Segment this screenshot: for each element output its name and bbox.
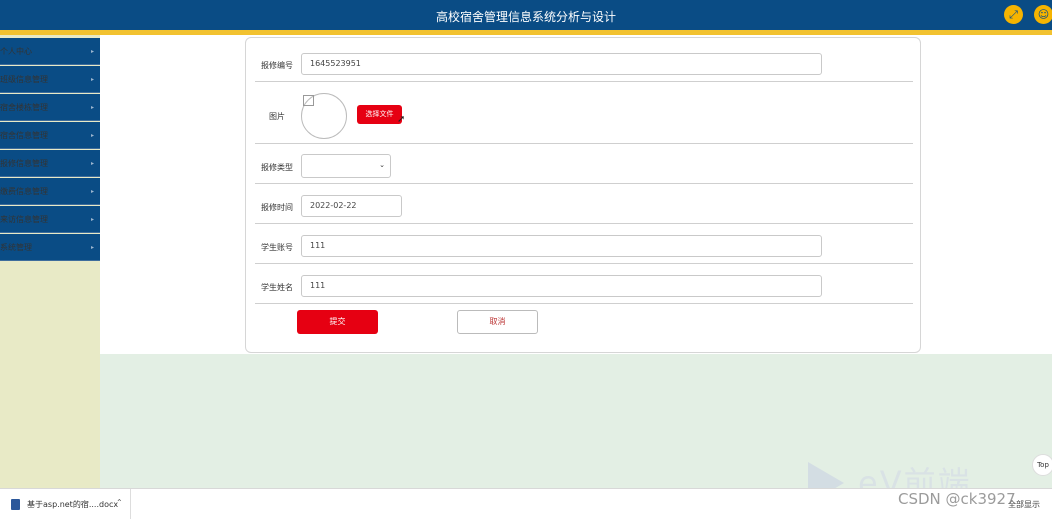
sidebar-item-payment-info[interactable]: 缴费信息管理 ▸ — [0, 178, 100, 205]
chevron-right-icon: ▸ — [90, 188, 94, 195]
row-divider — [255, 183, 913, 184]
chevron-right-icon: ▸ — [90, 216, 94, 223]
sidebar-item-dorm-building[interactable]: 宿舍楼栋管理 ▸ — [0, 94, 100, 121]
chevron-right-icon: ▸ — [90, 76, 94, 83]
repair-type-label: 报修类型 — [261, 163, 293, 172]
student-account-label: 学生账号 — [261, 243, 293, 252]
repair-type-select[interactable]: ⌄ — [301, 154, 391, 178]
broken-image-icon — [303, 95, 314, 106]
sidebar-item-label: 班级信息管理 — [0, 75, 48, 84]
row-divider — [255, 263, 913, 264]
download-item[interactable]: 基于asp.net的宿....docx ⌃ — [0, 489, 131, 519]
repair-no-field[interactable]: 1645523951 — [301, 53, 822, 75]
sidebar-item-label: 系统管理 — [0, 243, 32, 252]
student-name-field[interactable]: 111 — [301, 275, 822, 297]
fullscreen-icon[interactable]: ⤢ — [1004, 5, 1023, 24]
sidebar-item-repair-info[interactable]: 报修信息管理 ▸ — [0, 150, 100, 177]
chevron-down-icon: ⌄ — [379, 161, 385, 169]
sidebar-item-dorm-info[interactable]: 宿舍信息管理 ▸ — [0, 122, 100, 149]
sidebar-item-label: 宿舍信息管理 — [0, 131, 48, 140]
sidebar-item-label: 个人中心 — [0, 47, 32, 56]
mouse-cursor-icon: ➚ — [397, 114, 406, 125]
cancel-button[interactable]: 取消 — [457, 310, 538, 334]
sidebar-item-label: 缴费信息管理 — [0, 187, 48, 196]
student-account-field[interactable]: 111 — [301, 235, 822, 257]
repair-no-label: 报修编号 — [261, 61, 293, 70]
repair-time-label: 报修时间 — [261, 203, 293, 212]
chevron-right-icon: ▸ — [90, 244, 94, 251]
row-divider — [255, 303, 913, 304]
sidebar-item-personal-center[interactable]: 个人中心 ▸ — [0, 38, 100, 65]
picture-label: 图片 — [269, 112, 285, 121]
sidebar-item-label: 宿舍楼栋管理 — [0, 103, 48, 112]
download-bar: 基于asp.net的宿....docx ⌃ 全部显示 — [0, 488, 1052, 519]
chevron-right-icon: ▸ — [90, 160, 94, 167]
student-name-label: 学生姓名 — [261, 283, 293, 292]
row-divider — [255, 223, 913, 224]
sidebar-item-label: 报修信息管理 — [0, 159, 48, 168]
word-document-icon — [11, 499, 20, 510]
submit-button[interactable]: 提交 — [297, 310, 378, 334]
row-divider — [255, 81, 913, 82]
sidebar: 个人中心 ▸ 班级信息管理 ▸ 宿舍楼栋管理 ▸ 宿舍信息管理 ▸ 报修信息管理… — [0, 35, 100, 488]
user-icon[interactable]: ☺ — [1034, 5, 1052, 24]
choose-file-button[interactable]: 选择文件 — [357, 105, 402, 124]
chevron-right-icon: ▸ — [90, 132, 94, 139]
chevron-right-icon: ▸ — [90, 48, 94, 55]
chevron-up-icon[interactable]: ⌃ — [116, 498, 123, 507]
top-bar: 高校宿舍管理信息系统分析与设计 ⤢ ☺ — [0, 0, 1052, 35]
download-file-name: 基于asp.net的宿....docx — [27, 500, 119, 509]
row-divider — [255, 143, 913, 144]
csdn-watermark: CSDN @ck3927 — [898, 490, 1016, 508]
sidebar-item-visitor-info[interactable]: 来访信息管理 ▸ — [0, 206, 100, 233]
sidebar-item-class-info[interactable]: 班级信息管理 ▸ — [0, 66, 100, 93]
page-title: 高校宿舍管理信息系统分析与设计 — [435, 10, 616, 24]
chevron-right-icon: ▸ — [90, 104, 94, 111]
back-to-top-button[interactable]: Top — [1032, 454, 1052, 476]
sidebar-item-system[interactable]: 系统管理 ▸ — [0, 234, 100, 261]
repair-time-field[interactable]: 2022-02-22 — [301, 195, 402, 217]
sidebar-item-label: 来访信息管理 — [0, 215, 48, 224]
